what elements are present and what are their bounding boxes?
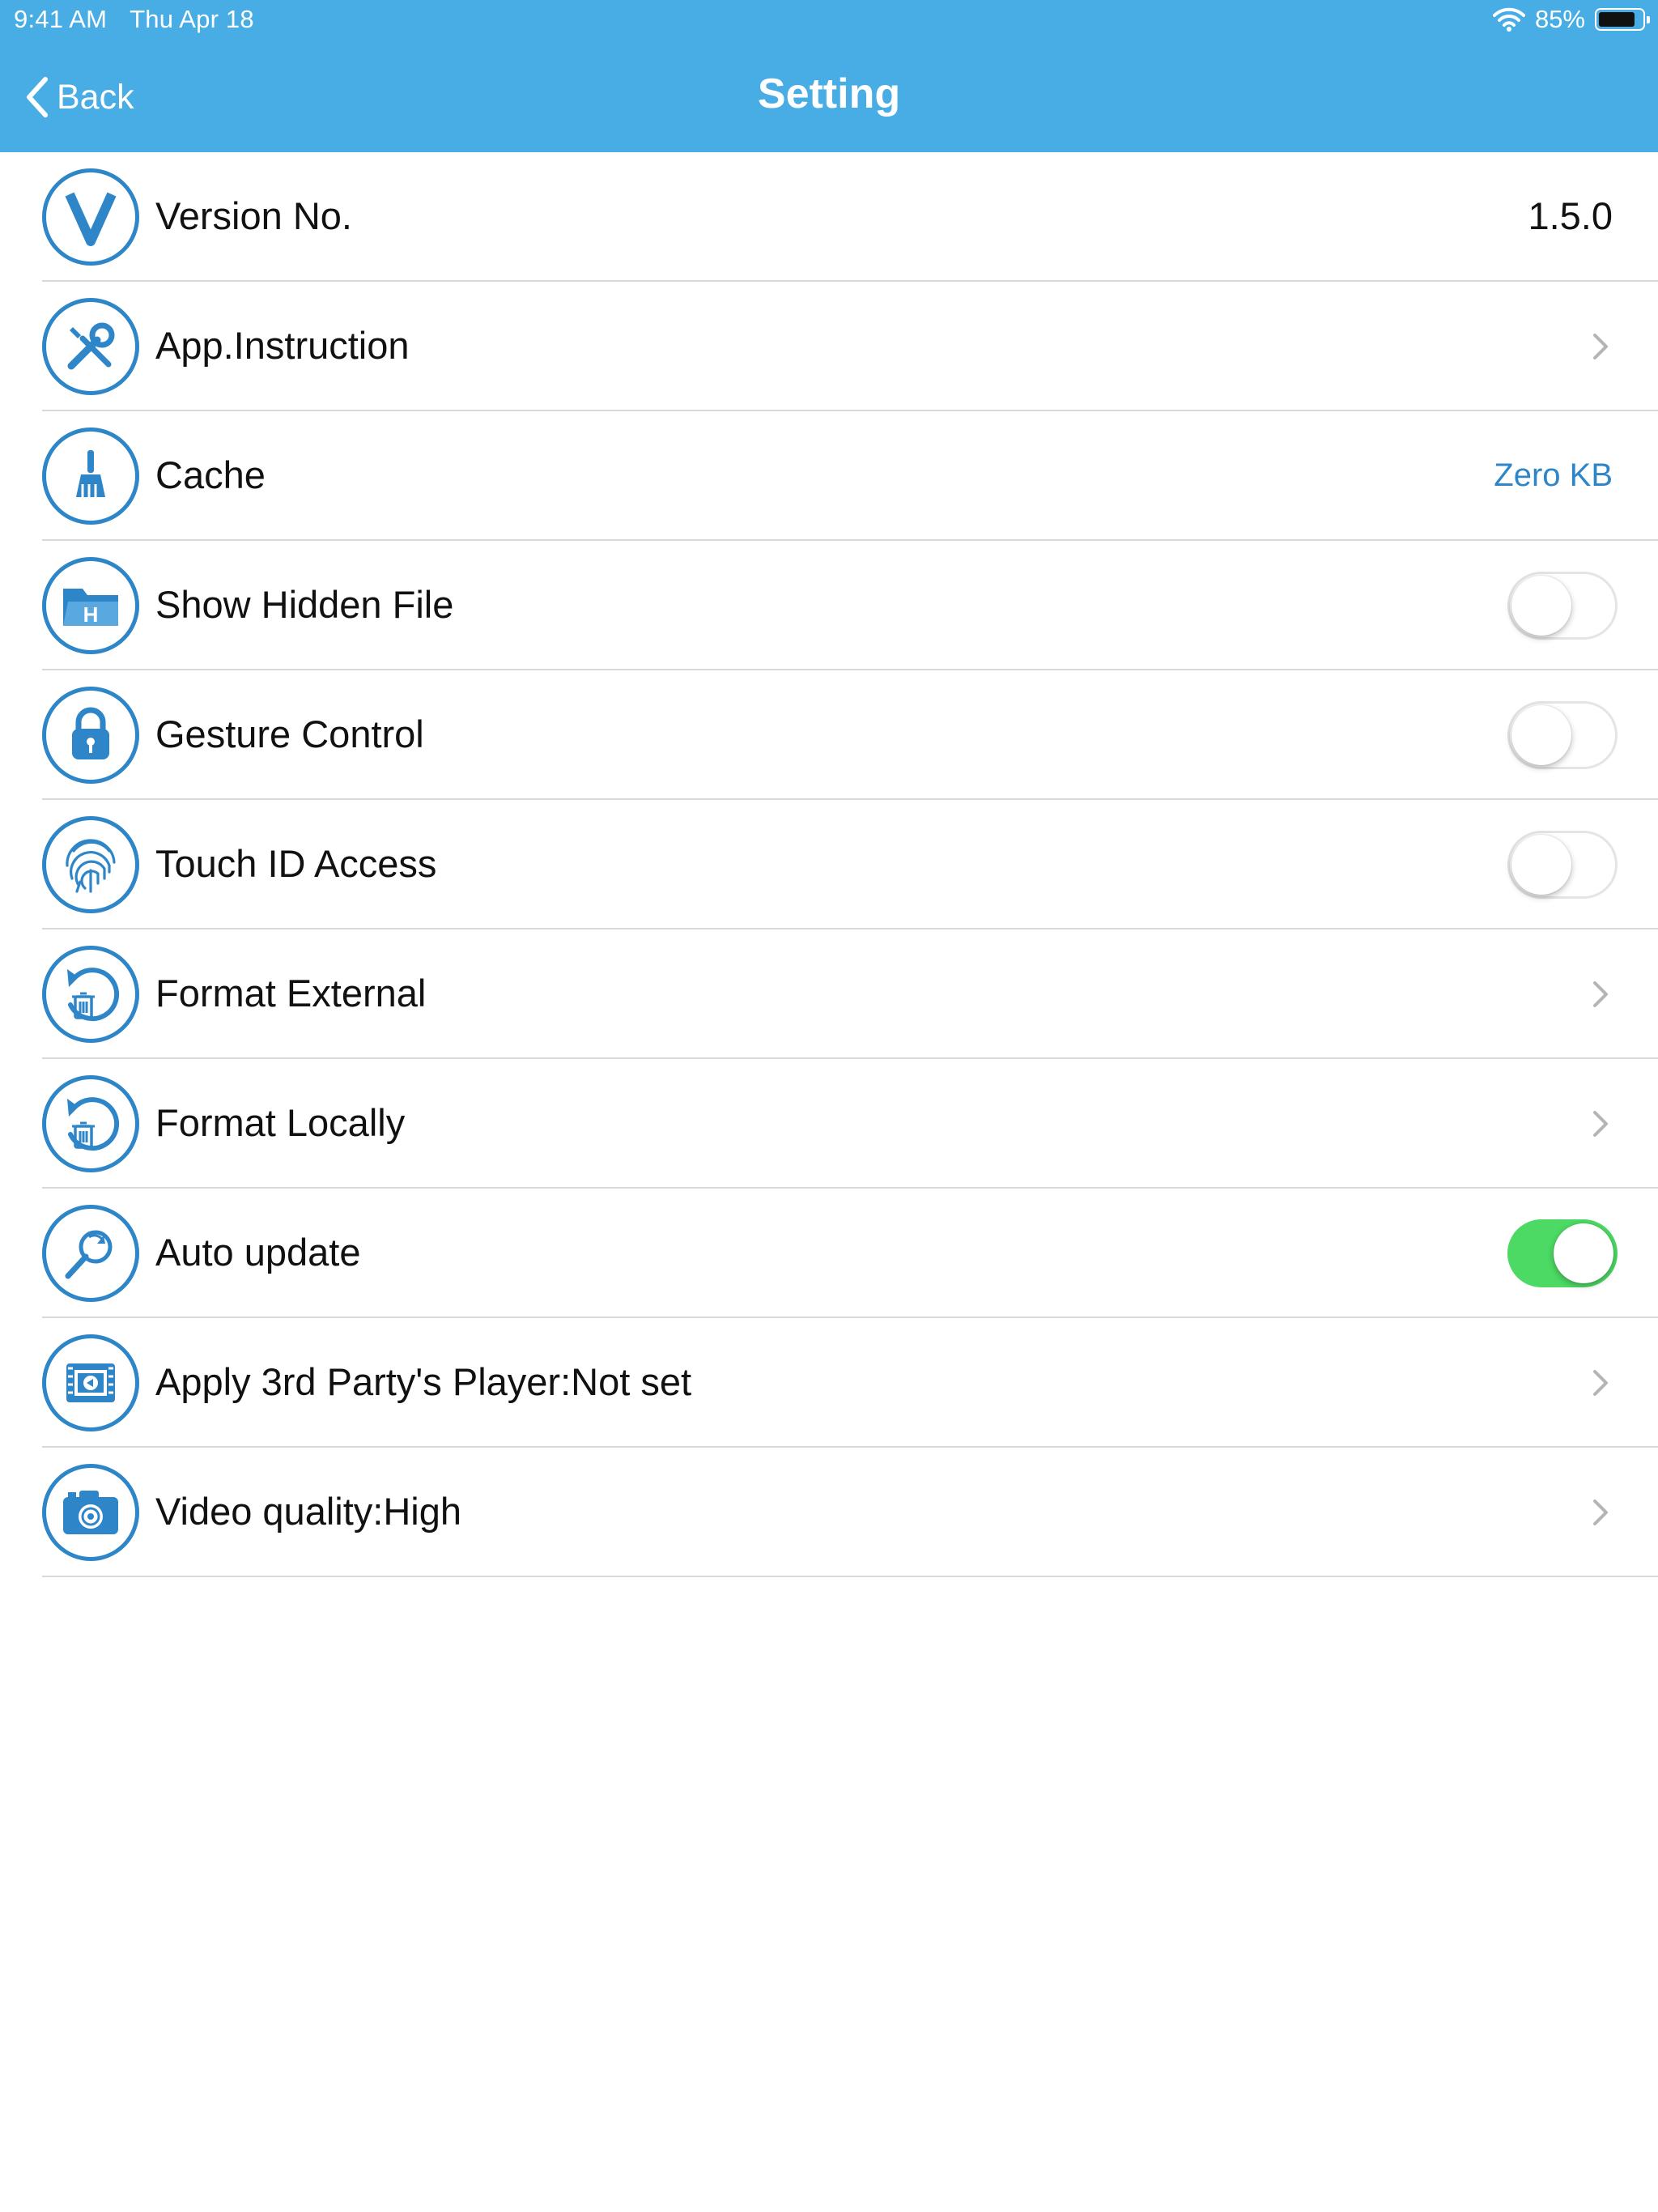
battery-icon	[1595, 8, 1650, 31]
tools-icon	[42, 298, 139, 395]
settings-row-app-instruction[interactable]: App.Instruction	[42, 282, 1658, 411]
page-title: Setting	[757, 70, 901, 117]
settings-row-touch-id-access: Touch ID Access	[42, 800, 1658, 929]
format-trash-icon	[42, 1075, 139, 1172]
settings-row-video-quality[interactable]: Video quality:High	[42, 1448, 1658, 1577]
camera-icon	[42, 1464, 139, 1561]
row-label: App.Instruction	[155, 324, 410, 367]
auto-update-toggle[interactable]	[1507, 1219, 1618, 1287]
row-label: Format Locally	[155, 1101, 406, 1144]
version-v-icon	[42, 168, 139, 266]
row-label: Touch ID Access	[155, 842, 437, 885]
version-value: 1.5.0	[1528, 194, 1613, 237]
wifi-icon	[1492, 7, 1525, 32]
chevron-right-icon	[1593, 334, 1608, 359]
battery-level	[1599, 12, 1635, 27]
row-label: Show Hidden File	[155, 583, 454, 626]
row-label: Version No.	[155, 194, 352, 237]
chevron-right-icon	[1593, 1499, 1608, 1525]
chevron-right-icon	[1593, 1111, 1608, 1137]
status-time: 9:41 AM	[14, 5, 108, 33]
format-trash-icon	[42, 946, 139, 1043]
chevron-right-icon	[1593, 1370, 1608, 1396]
broom-icon	[42, 428, 139, 525]
battery-percent: 85%	[1534, 5, 1585, 33]
status-date: Thu Apr 18	[130, 5, 254, 33]
cache-size-value[interactable]: Zero KB	[1494, 411, 1613, 539]
settings-row-format-external[interactable]: Format External	[42, 929, 1658, 1059]
svg-text:H: H	[83, 602, 99, 627]
status-bar-right: 85%	[1492, 5, 1650, 34]
row-label: Gesture Control	[155, 713, 424, 755]
nav-header: 9:41 AM Thu Apr 18 85% Back Setting	[0, 0, 1658, 152]
row-label: Cache	[155, 453, 266, 496]
settings-row-third-party-player[interactable]: Apply 3rd Party's Player:Not set	[42, 1318, 1658, 1448]
settings-row-gesture-control: Gesture Control	[42, 670, 1658, 800]
settings-list: Version No. 1.5.0 App.Instruction Cache …	[0, 152, 1658, 1577]
settings-row-auto-update: Auto update	[42, 1189, 1658, 1318]
row-label: Auto update	[155, 1231, 361, 1274]
settings-row-cache[interactable]: Cache Zero KB	[42, 411, 1658, 541]
row-label: Format External	[155, 972, 427, 1015]
gesture-control-toggle[interactable]	[1507, 701, 1618, 769]
lock-icon	[42, 687, 139, 784]
settings-row-format-locally[interactable]: Format Locally	[42, 1059, 1658, 1189]
chevron-right-icon	[1593, 981, 1608, 1007]
row-label: Video quality:High	[155, 1490, 461, 1533]
status-bar-left: 9:41 AM Thu Apr 18	[14, 5, 254, 34]
settings-row-show-hidden-file: H Show Hidden File	[42, 541, 1658, 670]
touch-id-access-toggle[interactable]	[1507, 831, 1618, 899]
show-hidden-file-toggle[interactable]	[1507, 572, 1618, 640]
row-label: Apply 3rd Party's Player:Not set	[155, 1360, 692, 1403]
fingerprint-icon	[42, 816, 139, 913]
video-player-icon	[42, 1334, 139, 1431]
hidden-folder-icon: H	[42, 557, 139, 654]
settings-row-version: Version No. 1.5.0	[42, 152, 1658, 282]
magnifier-refresh-icon	[42, 1205, 139, 1302]
